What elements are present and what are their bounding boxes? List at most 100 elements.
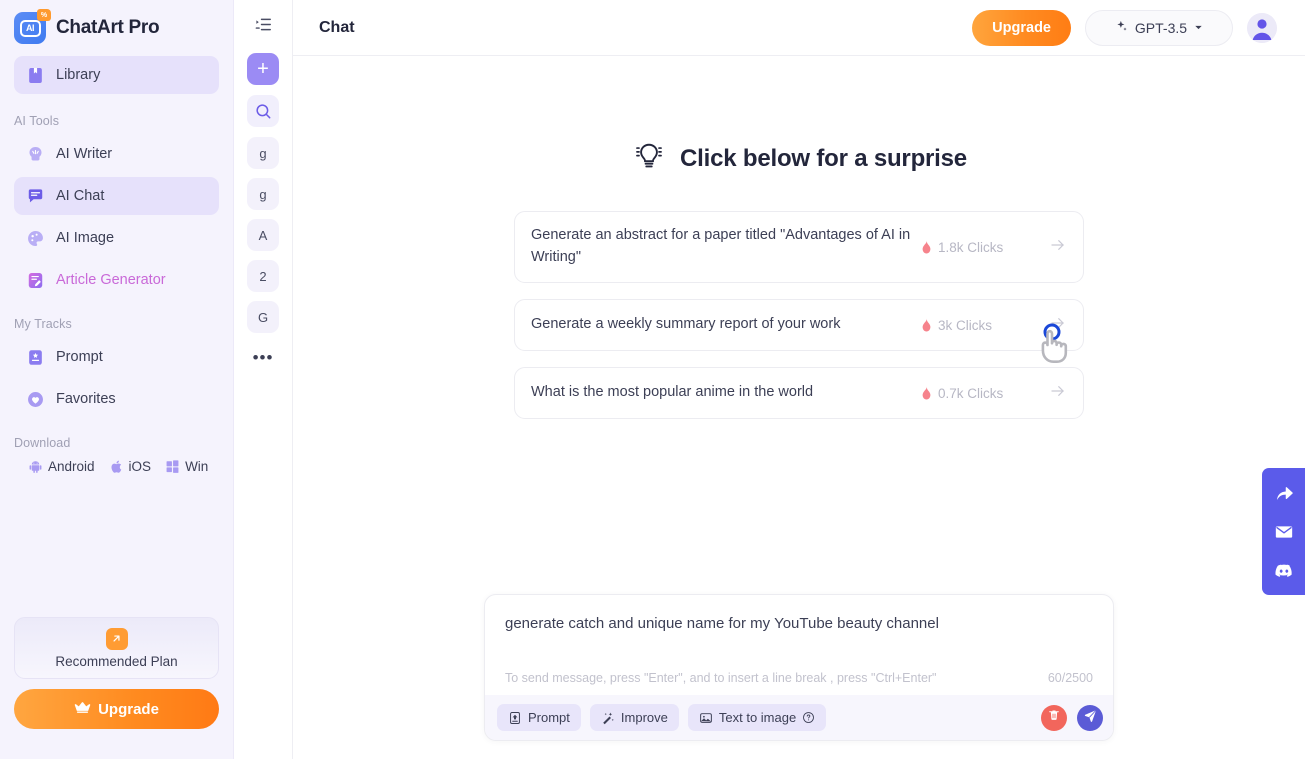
app-logo-icon: AI %	[14, 9, 51, 44]
download-label: iOS	[128, 459, 152, 474]
new-chat-button[interactable]: +	[247, 53, 279, 85]
brand: AI % ChatArt Pro	[0, 0, 233, 56]
message-input[interactable]: generate catch and unique name for my Yo…	[485, 595, 1113, 657]
flame-icon	[921, 240, 932, 254]
composer-toolbar: Prompt Improve Text to image	[485, 695, 1113, 740]
page-title: Chat	[319, 18, 355, 36]
arrow-right-icon	[1049, 382, 1067, 405]
sidebar-item-ai-writer[interactable]: AI Writer	[14, 135, 219, 173]
sparkle-icon	[1114, 19, 1129, 37]
flame-icon	[921, 386, 932, 400]
hero: Click below for a surprise	[631, 138, 967, 179]
send-plane-icon	[1083, 708, 1098, 728]
suggestion-meta: 1.8k Clicks	[921, 240, 1033, 255]
document-edit-icon	[26, 271, 45, 290]
section-label-my-tracks: My Tracks	[14, 317, 72, 331]
arrow-up-right-icon	[105, 627, 128, 650]
brand-name: ChatArt Pro	[56, 17, 160, 38]
section-label-ai-tools: AI Tools	[14, 114, 60, 128]
logo-tag-badge: %	[37, 9, 51, 21]
sidebar-item-label: AI Writer	[56, 146, 113, 162]
help-circle-icon[interactable]	[802, 711, 815, 724]
download-row: Android iOS Win	[28, 459, 219, 474]
sidebar-item-ai-image[interactable]: AI Image	[14, 219, 219, 257]
sidebar-item-label: Library	[56, 67, 101, 83]
suggestion-meta: 0.7k Clicks	[921, 386, 1033, 401]
message-composer: generate catch and unique name for my Yo…	[484, 594, 1114, 741]
composer-hint-text: To send message, press "Enter", and to i…	[505, 671, 937, 685]
prompt-icon	[508, 711, 522, 725]
user-avatar[interactable]	[1247, 12, 1277, 43]
suggestion-card[interactable]: Generate a weekly summary report of your…	[514, 299, 1084, 351]
sidebar: AI % ChatArt Pro Library AI Tools AI Wri…	[0, 0, 234, 759]
search-icon[interactable]	[247, 95, 279, 127]
composer-hint-row: To send message, press "Enter", and to i…	[485, 657, 1113, 695]
apple-icon	[109, 459, 124, 474]
sidebar-item-label: Article Generator	[56, 272, 166, 288]
upgrade-button[interactable]: Upgrade	[972, 9, 1071, 46]
character-counter: 60/2500	[1047, 671, 1093, 685]
crown-icon	[74, 699, 91, 720]
sidebar-item-library[interactable]: Library	[14, 56, 219, 94]
sidebar-item-label: Favorites	[56, 391, 116, 407]
text-to-image-button[interactable]: Text to image	[687, 704, 827, 731]
envelope-icon[interactable]	[1273, 521, 1294, 542]
download-win[interactable]: Win	[165, 459, 208, 474]
collapse-list-icon[interactable]	[247, 8, 279, 40]
conversation-rail: + g g A 2 G •••	[234, 0, 293, 759]
model-label: GPT-3.5	[1134, 19, 1188, 36]
conversation-chip[interactable]: 2	[247, 260, 279, 292]
recommended-plan-label: Recommended Plan	[55, 653, 178, 669]
trash-icon	[1047, 708, 1061, 727]
sidebar-upgrade-button[interactable]: Upgrade	[14, 689, 219, 729]
top-bar: Chat Upgrade GPT-3.5	[293, 0, 1305, 56]
conversation-chip[interactable]: g	[247, 137, 279, 169]
suggestion-card[interactable]: What is the most popular anime in the wo…	[514, 367, 1084, 419]
palette-icon	[26, 229, 45, 248]
share-arrow-icon[interactable]	[1273, 482, 1294, 503]
download-ios[interactable]: iOS	[109, 459, 152, 474]
flame-icon	[921, 318, 932, 332]
top-bar-actions: Upgrade GPT-3.5	[972, 9, 1277, 46]
conversation-chip[interactable]: G	[247, 301, 279, 333]
sidebar-item-article-generator[interactable]: Article Generator	[14, 261, 219, 299]
logo-text: AI	[19, 19, 41, 37]
arrow-right-icon	[1049, 314, 1067, 337]
prompt-button[interactable]: Prompt	[497, 704, 581, 731]
suggestion-card[interactable]: Generate an abstract for a paper titled …	[514, 211, 1084, 283]
conversation-chip[interactable]: g	[247, 178, 279, 210]
section-label-download: Download	[14, 436, 71, 450]
heart-icon	[26, 390, 45, 409]
improve-button[interactable]: Improve	[589, 704, 679, 731]
bookmark-icon	[26, 66, 45, 85]
download-label: Android	[48, 459, 95, 474]
recommended-plan-card[interactable]: Recommended Plan	[14, 617, 219, 679]
conversation-chip[interactable]: A	[247, 219, 279, 251]
content-area: Click below for a surprise Generate an a…	[293, 56, 1305, 759]
hero-title: Click below for a surprise	[680, 144, 967, 172]
delete-button[interactable]	[1041, 704, 1067, 731]
composer-wrap: generate catch and unique name for my Yo…	[293, 594, 1305, 759]
user-avatar-icon	[1247, 12, 1277, 43]
suggestion-meta: 3k Clicks	[921, 318, 1033, 333]
send-button[interactable]	[1077, 704, 1103, 731]
lightbulb-icon	[631, 138, 667, 179]
sidebar-upgrade-label: Upgrade	[98, 700, 159, 718]
text-to-image-button-label: Text to image	[718, 710, 797, 725]
magic-wand-icon	[601, 711, 615, 725]
prompt-button-label: Prompt	[528, 710, 570, 725]
discord-icon[interactable]	[1273, 560, 1294, 581]
download-android[interactable]: Android	[28, 459, 95, 474]
sidebar-item-favorites[interactable]: Favorites	[14, 380, 219, 418]
more-conversations-button[interactable]: •••	[247, 342, 279, 374]
model-selector[interactable]: GPT-3.5	[1085, 9, 1233, 46]
suggestion-clicks: 3k Clicks	[938, 317, 993, 333]
chat-bubble-icon	[26, 187, 45, 206]
sidebar-item-label: Prompt	[56, 349, 103, 365]
arrow-right-icon	[1049, 236, 1067, 259]
sidebar-bottom: Recommended Plan Upgrade	[0, 617, 233, 759]
android-icon	[28, 459, 43, 474]
suggestion-clicks: 0.7k Clicks	[938, 385, 1004, 401]
sidebar-item-prompt[interactable]: Prompt	[14, 338, 219, 376]
sidebar-item-ai-chat[interactable]: AI Chat	[14, 177, 219, 215]
